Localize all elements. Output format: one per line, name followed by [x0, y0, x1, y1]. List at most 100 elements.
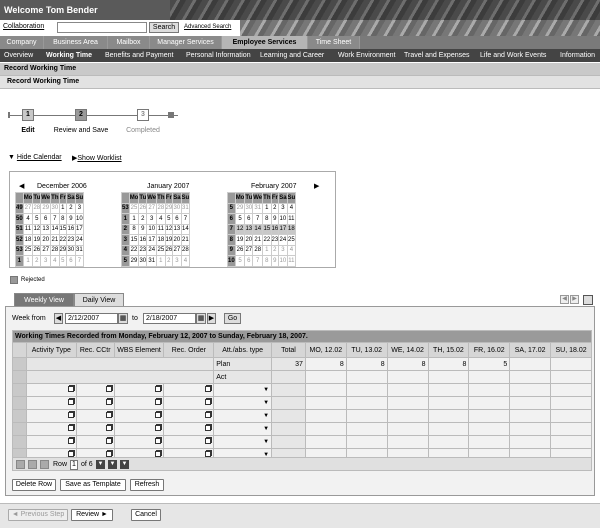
entry-cell[interactable]	[113, 383, 165, 397]
calendar-week-number[interactable]: 9	[227, 244, 236, 256]
calendar-day[interactable]: 25	[286, 234, 297, 246]
entry-cell[interactable]	[509, 383, 552, 397]
calendar-day[interactable]: 8	[262, 213, 272, 225]
value-help-icon[interactable]	[67, 425, 74, 431]
calendar-day[interactable]: 9	[270, 255, 280, 267]
week-next-icon[interactable]: ▶	[207, 313, 216, 324]
calendar-day[interactable]: 4	[50, 255, 60, 267]
dropdown-arrow-icon[interactable]: ▼	[263, 426, 269, 432]
cancel-button[interactable]: Cancel	[131, 509, 161, 521]
next-page-icon[interactable]: ▼	[108, 460, 117, 469]
calendar-day[interactable]: 29	[128, 255, 140, 267]
value-help-icon[interactable]	[205, 425, 212, 431]
calendar-day[interactable]: 13	[172, 223, 182, 235]
dropdown-arrow-icon[interactable]: ▼	[263, 400, 269, 406]
calendar-day[interactable]: 4	[286, 202, 297, 214]
calendar-week-number[interactable]: 3	[121, 234, 130, 246]
calendar-day[interactable]: 30	[50, 202, 60, 214]
calendar-day[interactable]: 4	[22, 213, 34, 225]
calendar-day[interactable]: 29	[58, 244, 68, 256]
delete-row-button[interactable]: Delete Row	[12, 479, 56, 491]
entry-cell[interactable]	[163, 396, 215, 410]
calendar-day[interactable]: 15	[128, 234, 140, 246]
calendar-day[interactable]: 18	[156, 234, 166, 246]
calendar-day[interactable]: 7	[252, 255, 264, 267]
tab-scroll-right-icon[interactable]: ▶	[570, 295, 579, 304]
calendar-day[interactable]: 6	[40, 213, 52, 225]
value-help-icon[interactable]	[205, 399, 212, 405]
step-1[interactable]: 1	[22, 109, 34, 121]
review-button[interactable]: Review ►	[71, 509, 113, 521]
calendar-week-number[interactable]: 7	[227, 223, 236, 235]
calendar-day[interactable]: 13	[244, 223, 254, 235]
entry-cell[interactable]	[113, 422, 165, 436]
entry-cell[interactable]: ▼	[213, 383, 273, 397]
search-button[interactable]: Search	[149, 22, 179, 33]
value-help-icon[interactable]	[105, 386, 112, 392]
entry-cell[interactable]	[113, 396, 165, 410]
calendar-day[interactable]: 4	[180, 255, 191, 267]
calendar-day[interactable]: 26	[164, 244, 174, 256]
calendar-day[interactable]: 21	[180, 234, 191, 246]
entry-cell[interactable]	[427, 396, 470, 410]
calendar-day[interactable]: 20	[40, 234, 52, 246]
col-rec-order[interactable]: Rec. Order	[163, 342, 215, 358]
entry-cell[interactable]	[113, 409, 165, 423]
calendar-day[interactable]: 19	[164, 234, 174, 246]
entry-cell[interactable]	[345, 422, 388, 436]
entry-cell[interactable]	[550, 435, 592, 449]
entry-cell[interactable]	[427, 435, 470, 449]
calendar-week-number[interactable]: 1	[15, 255, 24, 267]
subnav-personal-info[interactable]: Personal Information	[186, 49, 251, 62]
col-rec-cctr[interactable]: Rec. CCtr	[75, 342, 115, 358]
entry-cell[interactable]	[468, 383, 511, 397]
subnav-information[interactable]: Information	[560, 49, 595, 62]
calendar-day[interactable]: 14	[50, 223, 60, 235]
calendar-day[interactable]: 26	[32, 244, 42, 256]
tab-daily-view[interactable]: Daily View	[74, 293, 124, 306]
value-help-icon[interactable]	[205, 412, 212, 418]
calendar-day[interactable]: 28	[32, 202, 42, 214]
calendar-day[interactable]: 9	[66, 213, 76, 225]
calendar-day[interactable]: 25	[128, 202, 140, 214]
calendar-day[interactable]: 3	[146, 213, 158, 225]
entry-cell[interactable]	[550, 409, 592, 423]
entry-cell[interactable]: ▼	[213, 396, 273, 410]
entry-cell[interactable]	[550, 396, 592, 410]
calendar-week-number[interactable]: 5	[227, 202, 236, 214]
calendar-day[interactable]: 22	[262, 234, 272, 246]
value-help-icon[interactable]	[105, 425, 112, 431]
calendar-day[interactable]: 7	[180, 213, 191, 225]
value-help-icon[interactable]	[155, 399, 162, 405]
calendar-week-number[interactable]: 2	[121, 223, 130, 235]
entry-cell[interactable]	[163, 409, 215, 423]
entry-cell[interactable]	[25, 422, 77, 436]
calendar-week-number[interactable]: 50	[15, 213, 24, 225]
entry-cell[interactable]	[25, 396, 77, 410]
calendar-day[interactable]: 2	[138, 213, 148, 225]
calendar-day[interactable]: 30	[244, 202, 254, 214]
value-help-icon[interactable]	[67, 438, 74, 444]
entry-cell[interactable]	[25, 409, 77, 423]
calendar-day[interactable]: 29	[40, 202, 52, 214]
calendar-week-number[interactable]: 49	[15, 202, 24, 214]
calendar-day[interactable]: 22	[58, 234, 68, 246]
calendar-day[interactable]: 21	[252, 234, 264, 246]
calendar-day[interactable]: 8	[58, 213, 68, 225]
calendar-day[interactable]: 13	[40, 223, 52, 235]
calendar-day[interactable]: 26	[234, 244, 246, 256]
value-help-icon[interactable]	[67, 399, 74, 405]
entry-cell[interactable]	[75, 396, 115, 410]
entry-cell[interactable]	[468, 409, 511, 423]
calendar-day[interactable]: 31	[180, 202, 191, 214]
calendar-week-number[interactable]: 6	[227, 213, 236, 225]
calendar-day[interactable]: 1	[156, 255, 166, 267]
entry-cell[interactable]	[345, 396, 388, 410]
tab-weekly-view[interactable]: Weekly View	[14, 293, 74, 306]
calendar-day[interactable]: 8	[262, 255, 272, 267]
entry-cell[interactable]	[386, 383, 429, 397]
col-fri[interactable]: FR, 16.02	[468, 342, 511, 358]
col-wed[interactable]: WE, 14.02	[386, 342, 429, 358]
calendar-day[interactable]: 15	[262, 223, 272, 235]
entry-cell[interactable]	[427, 409, 470, 423]
